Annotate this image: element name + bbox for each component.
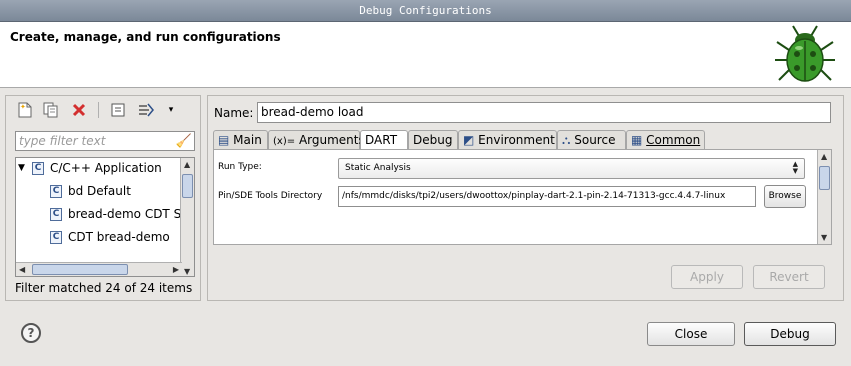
c-app-icon: C [50, 207, 62, 221]
filter-input[interactable]: type filter text 🧹 [15, 131, 195, 151]
scroll-thumb[interactable] [32, 264, 128, 275]
scroll-down-icon[interactable]: ▼ [184, 267, 190, 276]
tab-environment[interactable]: ◩ Environment [458, 130, 557, 150]
apply-button[interactable]: Apply [671, 265, 743, 289]
tab-label: Common [646, 133, 701, 147]
filter-placeholder: type filter text [19, 134, 106, 148]
dart-tab-content: Run Type: Static Analysis ▲ ▼ Pin/SDE Too… [213, 149, 832, 245]
tab-label: Main [233, 133, 262, 147]
tree-item-config[interactable]: C bd Default [50, 181, 131, 201]
tab-label: Environment [478, 133, 555, 147]
c-app-icon: C [50, 230, 62, 244]
expand-arrow-icon[interactable]: ▼ [18, 158, 32, 178]
configuration-list-panel: ✦ ▾ type filter text 🧹 ▼ C C/C++ Applica… [5, 95, 201, 301]
tree-item-label: bread-demo CDT S [68, 207, 182, 221]
configuration-tree[interactable]: ▼ C C/C++ Application C bd Default C bre… [15, 157, 195, 277]
pin-directory-input[interactable]: /nfs/mmdc/disks/tpi2/users/dwoottox/pinp… [338, 186, 756, 207]
select-arrows-icon: ▲ ▼ [792, 160, 798, 175]
revert-button[interactable]: Revert [753, 265, 825, 289]
dialog-header: Create, manage, and run configurations [0, 22, 851, 88]
scroll-up-icon[interactable]: ▲ [821, 152, 827, 161]
close-button[interactable]: Close [647, 322, 735, 346]
view-menu-icon[interactable]: ▾ [162, 101, 180, 119]
configuration-editor-panel: Name: bread-demo load ▤ Main (x)= Argume… [207, 95, 844, 301]
tree-item-label: CDT bread-demo [68, 230, 170, 244]
browse-button[interactable]: Browse [764, 185, 806, 208]
scroll-left-icon[interactable]: ◀ [19, 265, 25, 274]
tree-item-label: C/C++ Application [50, 161, 162, 175]
filter-icon[interactable] [137, 101, 155, 119]
tab-debug[interactable]: Debug [408, 130, 458, 150]
tab-vertical-scrollbar[interactable]: ▲ ▼ [817, 150, 831, 244]
svg-text:✦: ✦ [20, 103, 26, 111]
tab-label: Source [574, 133, 616, 147]
c-app-icon: C [50, 184, 62, 198]
tree-horizontal-scrollbar[interactable]: ◀ ▶ [16, 262, 182, 276]
window-titlebar: Debug Configurations [0, 0, 851, 22]
name-label: Name: [214, 106, 254, 120]
bug-icon [775, 25, 835, 82]
toolbar-separator [98, 102, 99, 118]
delete-icon[interactable] [70, 101, 88, 119]
run-type-value: Static Analysis [345, 163, 411, 173]
run-type-select[interactable]: Static Analysis ▲ ▼ [338, 158, 805, 179]
tab-common[interactable]: ▦ Common [626, 130, 705, 150]
run-type-label: Run Type: [218, 162, 262, 172]
tree-item-c-application[interactable]: ▼ C C/C++ Application [18, 158, 162, 178]
debug-button[interactable]: Debug [744, 322, 836, 346]
scroll-thumb[interactable] [819, 166, 830, 190]
source-icon: ⛬ [562, 133, 571, 147]
filter-status: Filter matched 24 of 24 items [15, 281, 193, 295]
scroll-down-icon[interactable]: ▼ [821, 233, 827, 242]
new-config-icon[interactable]: ✦ [16, 101, 34, 119]
window-title: Debug Configurations [359, 4, 492, 17]
c-app-icon: C [32, 161, 44, 175]
tree-item-config[interactable]: C bread-demo CDT S [50, 204, 181, 224]
collapse-all-icon[interactable] [109, 101, 127, 119]
pin-directory-label: Pin/SDE Tools Directory [218, 191, 323, 201]
tree-vertical-scrollbar[interactable]: ▲ ▼ [180, 158, 194, 276]
tab-source[interactable]: ⛬ Source [557, 130, 626, 150]
duplicate-icon[interactable] [42, 101, 60, 119]
scroll-right-icon[interactable]: ▶ [173, 265, 179, 274]
arguments-icon: (x)= [273, 136, 296, 147]
tree-item-label: bd Default [68, 184, 131, 198]
name-input[interactable]: bread-demo load [257, 102, 831, 123]
scroll-up-icon[interactable]: ▲ [184, 160, 190, 169]
scroll-thumb[interactable] [182, 174, 193, 198]
tab-arguments[interactable]: (x)= Arguments [268, 130, 365, 150]
tab-label: Debug [413, 133, 453, 147]
tree-item-config[interactable]: C CDT bread-demo [50, 227, 170, 247]
tab-main[interactable]: ▤ Main [213, 130, 268, 150]
tab-label: DART [365, 133, 398, 147]
common-icon: ▦ [631, 133, 643, 147]
help-icon[interactable]: ? [21, 323, 41, 343]
environment-icon: ◩ [463, 133, 475, 147]
tab-label: Arguments [298, 133, 365, 147]
clear-filter-icon[interactable]: 🧹 [176, 133, 192, 151]
header-title: Create, manage, and run configurations [10, 30, 281, 44]
tab-dart[interactable]: DART [360, 130, 408, 151]
main-tab-icon: ▤ [218, 133, 230, 147]
